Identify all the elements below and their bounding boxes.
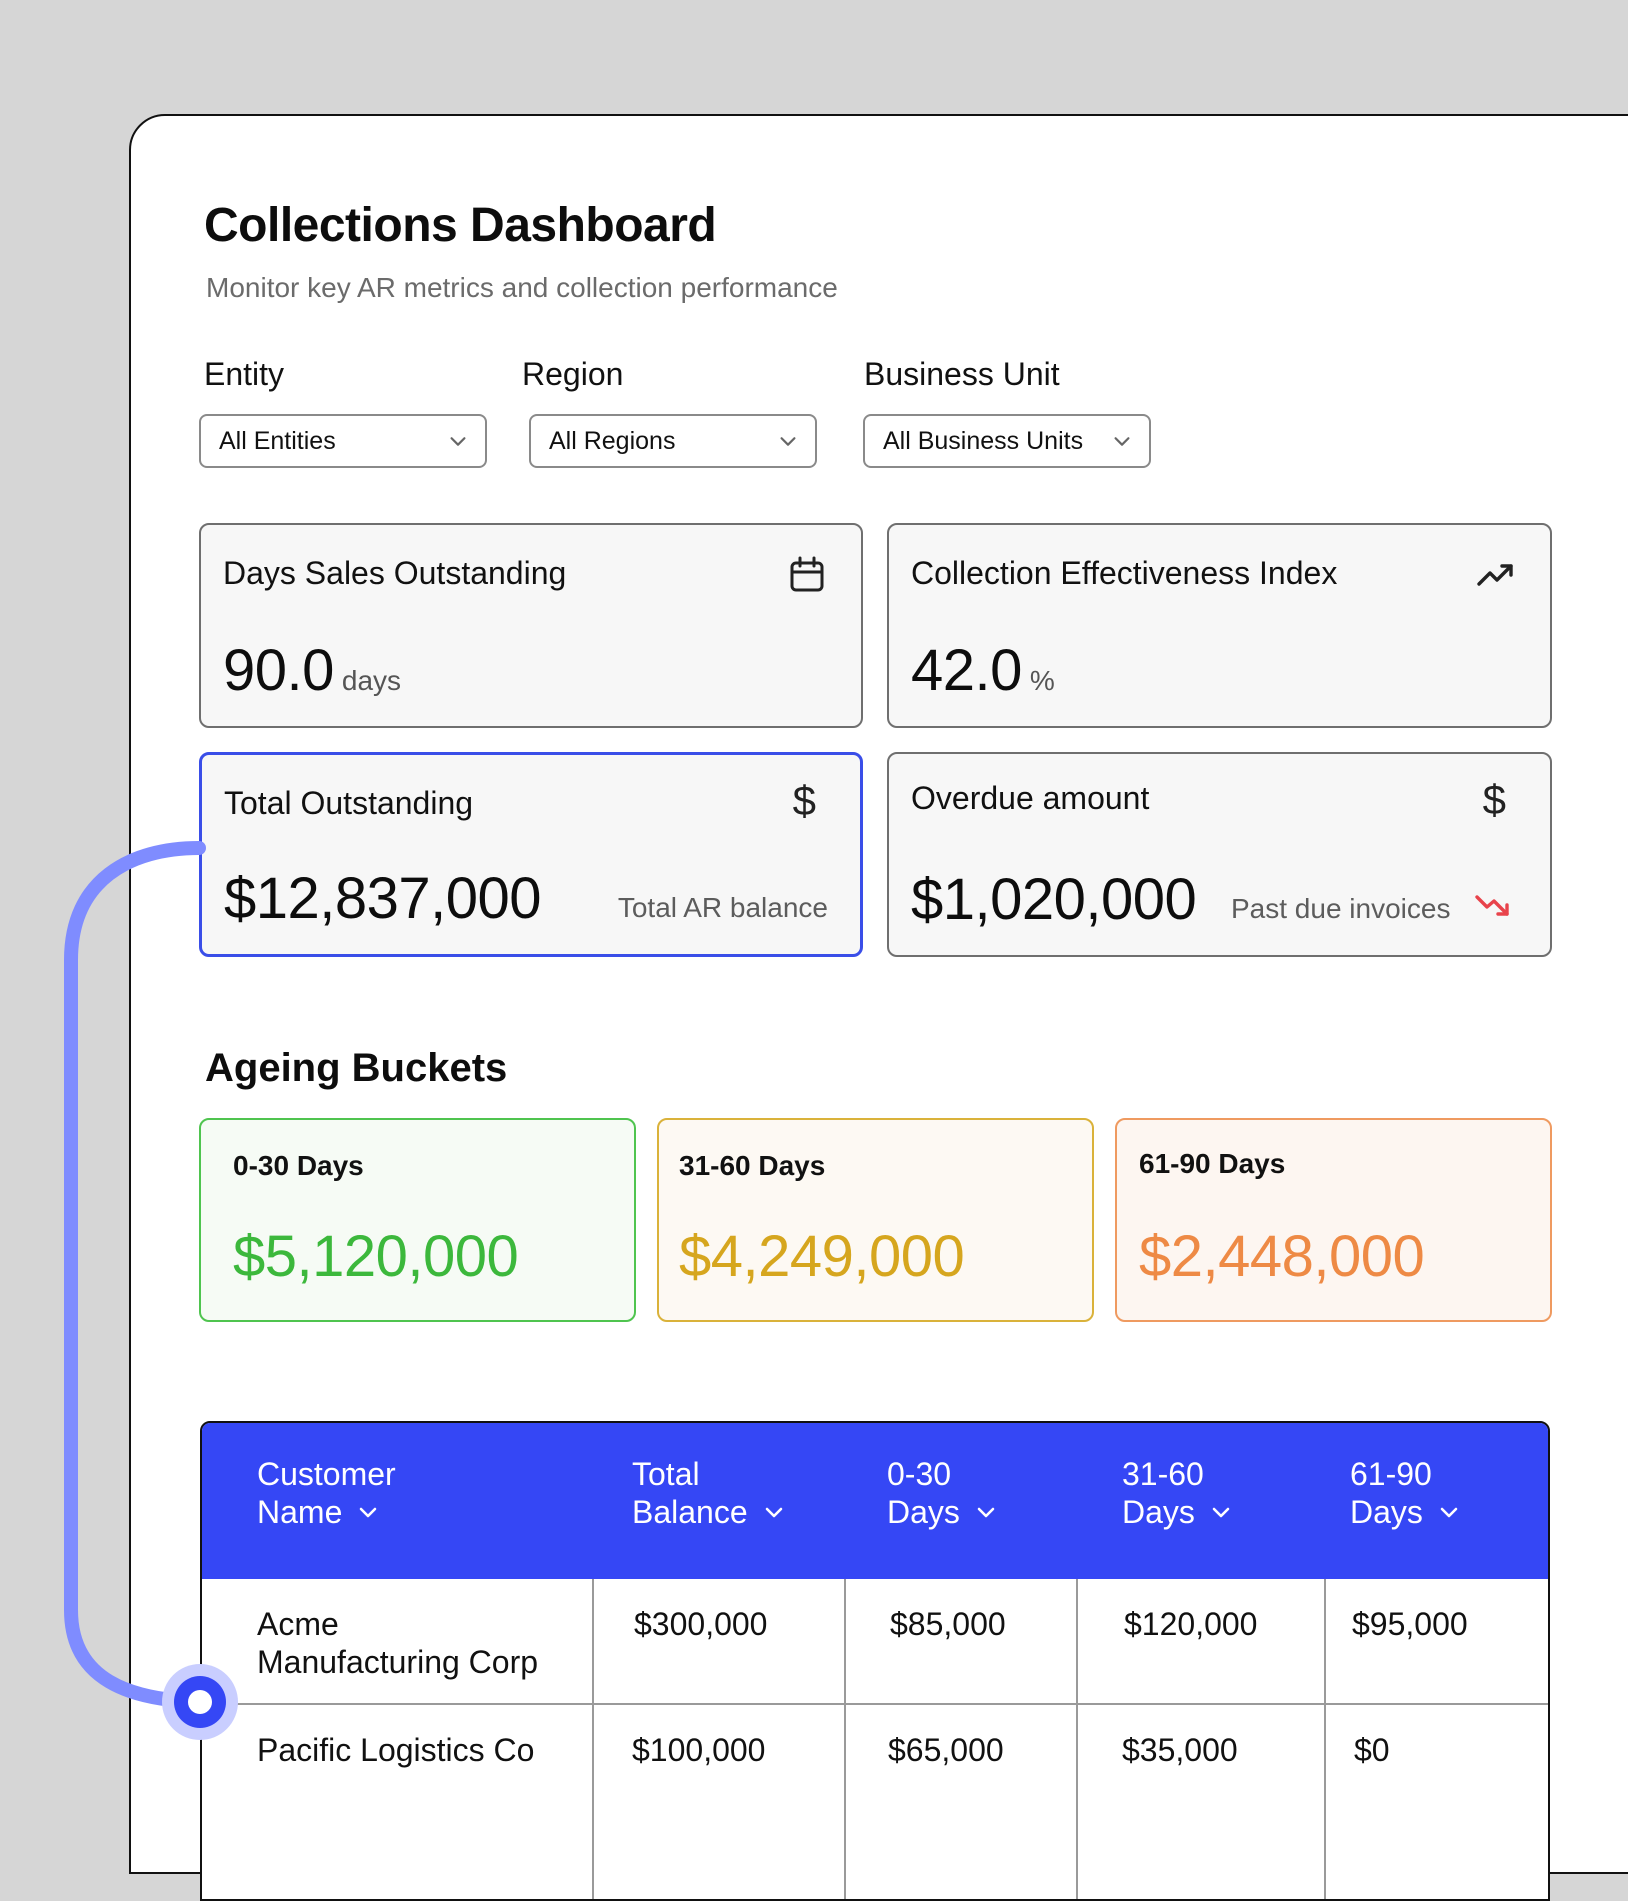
table-cell-31-60: $120,000 xyxy=(1124,1606,1258,1642)
table-header: Customer Name Total Balance 0-30 Days 31… xyxy=(202,1423,1548,1579)
total-outstanding-card[interactable]: Total Outstanding $ $12,837,000 Total AR… xyxy=(199,752,863,957)
table-cell-0-30: $65,000 xyxy=(888,1732,1004,1768)
table-cell-31-60: $35,000 xyxy=(1122,1732,1238,1768)
bucket-31-60-label: 31-60 Days xyxy=(679,1150,826,1181)
customer-name-line1: Pacific Logistics Co xyxy=(257,1732,535,1768)
page-title: Collections Dashboard xyxy=(204,199,717,252)
bucket-31-60-value: $4,249,000 xyxy=(679,1224,965,1289)
chevron-down-icon[interactable] xyxy=(762,1500,786,1524)
entity-select[interactable]: All Entities xyxy=(199,414,487,468)
table-cell-total: $300,000 xyxy=(634,1606,768,1642)
table-cell-customer[interactable]: Pacific Logistics Co xyxy=(257,1731,534,1769)
cei-unit: % xyxy=(1029,665,1055,696)
bucket-31-60-card[interactable]: 31-60 Days $4,249,000 xyxy=(657,1118,1094,1322)
bucket-61-90-card[interactable]: 61-90 Days $2,448,000 xyxy=(1115,1118,1552,1322)
table-cell-61-90: $0 xyxy=(1354,1732,1390,1768)
overdue-value: $1,020,000 xyxy=(911,867,1197,932)
column-header-31-60-days[interactable]: 31-60 Days xyxy=(1122,1455,1233,1531)
column-divider xyxy=(592,1579,594,1899)
business-unit-filter-label: Business Unit xyxy=(864,356,1060,392)
chevron-down-icon[interactable] xyxy=(1437,1500,1461,1524)
overdue-note: Past due invoices xyxy=(1231,893,1451,924)
page-subtitle: Monitor key AR metrics and collection pe… xyxy=(206,272,838,303)
region-select-value: All Regions xyxy=(549,426,676,455)
customer-ageing-table: Customer Name Total Balance 0-30 Days 31… xyxy=(200,1421,1550,1901)
overdue-card[interactable]: Overdue amount $ $1,020,000 Past due inv… xyxy=(887,752,1552,957)
cei-card[interactable]: Collection Effectiveness Index 42.0% xyxy=(887,523,1552,728)
column-header-line1: 61-90 xyxy=(1350,1456,1432,1492)
column-header-line1: 0-30 xyxy=(887,1456,952,1492)
total-outstanding-note: Total AR balance xyxy=(617,892,828,923)
trending-down-icon xyxy=(1475,895,1509,916)
column-header-line2: Days xyxy=(1122,1494,1195,1530)
column-header-61-90-days[interactable]: 61-90 Days xyxy=(1350,1455,1461,1531)
customer-name-line2: Manufacturing Corp xyxy=(257,1644,539,1680)
customer-name-line1: Acme xyxy=(257,1606,339,1642)
column-header-line2: Days xyxy=(1350,1494,1423,1530)
column-divider xyxy=(1076,1579,1078,1899)
region-select[interactable]: All Regions xyxy=(529,414,817,468)
cei-title: Collection Effectiveness Index xyxy=(911,555,1338,591)
column-header-customer-name[interactable]: Customer Name xyxy=(257,1455,396,1531)
table-row-divider xyxy=(202,1703,1548,1705)
trending-up-icon xyxy=(1477,564,1513,586)
column-header-line2: Days xyxy=(887,1494,960,1530)
column-divider xyxy=(844,1579,846,1899)
chevron-down-icon xyxy=(450,437,466,446)
cei-value-wrap: 42.0% xyxy=(911,637,1055,704)
total-outstanding-title: Total Outstanding xyxy=(224,785,474,821)
chevron-down-icon[interactable] xyxy=(974,1500,998,1524)
column-header-line2: Balance xyxy=(632,1494,748,1530)
chevron-down-icon xyxy=(1114,437,1130,446)
bucket-0-30-card[interactable]: 0-30 Days $5,120,000 xyxy=(199,1118,636,1322)
dso-unit: days xyxy=(341,665,402,696)
entity-filter-label: Entity xyxy=(204,356,285,392)
business-unit-select[interactable]: All Business Units xyxy=(863,414,1151,468)
column-header-line2: Name xyxy=(257,1494,343,1530)
overdue-title: Overdue amount xyxy=(911,780,1150,816)
table-cell-total: $100,000 xyxy=(632,1732,766,1768)
chevron-down-icon[interactable] xyxy=(1209,1500,1233,1524)
dso-title: Days Sales Outstanding xyxy=(223,555,567,591)
column-header-0-30-days[interactable]: 0-30 Days xyxy=(887,1455,998,1531)
dollar-icon: $ xyxy=(792,777,816,824)
column-header-total-balance[interactable]: Total Balance xyxy=(632,1455,786,1531)
table-cell-0-30: $85,000 xyxy=(890,1606,1006,1642)
bucket-0-30-value: $5,120,000 xyxy=(233,1224,519,1289)
region-filter-label: Region xyxy=(522,356,624,392)
business-unit-select-value: All Business Units xyxy=(883,426,1084,455)
chevron-down-icon xyxy=(780,437,796,446)
column-header-line1: Customer xyxy=(257,1456,396,1492)
cei-value: 42.0 xyxy=(911,638,1022,703)
calendar-icon xyxy=(790,556,824,592)
column-divider xyxy=(1324,1579,1326,1899)
bucket-61-90-label: 61-90 Days xyxy=(1139,1148,1286,1179)
dollar-icon: $ xyxy=(1482,776,1506,823)
chevron-down-icon[interactable] xyxy=(356,1500,380,1524)
table-cell-61-90: $95,000 xyxy=(1352,1606,1468,1642)
bucket-61-90-value: $2,448,000 xyxy=(1139,1224,1425,1289)
column-header-line1: 31-60 xyxy=(1122,1456,1204,1492)
entity-select-value: All Entities xyxy=(219,426,336,455)
total-outstanding-value: $12,837,000 xyxy=(224,866,542,931)
bucket-0-30-label: 0-30 Days xyxy=(233,1150,364,1181)
dso-value-wrap: 90.0 days xyxy=(223,637,401,704)
table-cell-customer[interactable]: Acme Manufacturing Corp xyxy=(257,1605,538,1681)
column-header-line1: Total xyxy=(632,1456,700,1492)
dso-value: 90.0 xyxy=(223,638,334,703)
ageing-buckets-title: Ageing Buckets xyxy=(205,1046,508,1090)
dso-card[interactable]: Days Sales Outstanding 90.0 days xyxy=(199,523,863,728)
